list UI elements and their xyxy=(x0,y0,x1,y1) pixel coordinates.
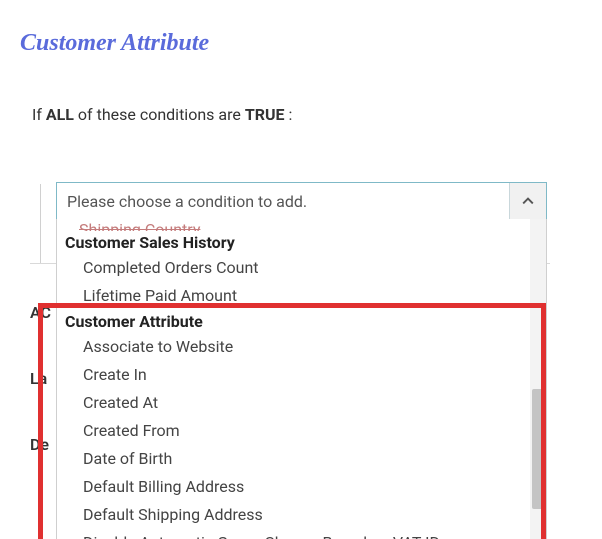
section-title: Customer Attribute xyxy=(20,30,602,57)
dropdown-scrollbar-thumb[interactable] xyxy=(532,389,544,509)
dropdown-item-completed-orders[interactable]: Completed Orders Count xyxy=(57,254,530,282)
obscured-labels: AC La De xyxy=(30,305,51,503)
dropdown-item-partial[interactable]: Shipping Country xyxy=(57,221,530,231)
dropdown-item-created-at[interactable]: Created At xyxy=(57,389,530,417)
condition-dropdown: Shipping Country Customer Sales History … xyxy=(56,219,547,539)
dropdown-scrollbar[interactable] xyxy=(530,219,546,539)
dropdown-item-dob[interactable]: Date of Birth xyxy=(57,445,530,473)
tree-connector xyxy=(40,184,41,264)
dropdown-item-create-in[interactable]: Create In xyxy=(57,361,530,389)
rule-condition-line: If ALL of these conditions are TRUE : xyxy=(32,105,602,124)
obscured-label: La xyxy=(30,371,51,387)
dropdown-item-default-billing[interactable]: Default Billing Address xyxy=(57,473,530,501)
dropdown-item-associate-website[interactable]: Associate to Website xyxy=(57,333,530,361)
obscured-label: AC xyxy=(30,305,51,321)
rule-text-mid: of these conditions are xyxy=(74,105,245,124)
obscured-label: De xyxy=(30,437,51,453)
dropdown-item-disable-auto-group[interactable]: Disable Automatic Group Change Based on … xyxy=(57,529,530,539)
dropdown-item-lifetime-paid[interactable]: Lifetime Paid Amount xyxy=(57,282,530,310)
chevron-up-icon xyxy=(522,192,534,211)
condition-select-value: Please choose a condition to add. xyxy=(57,183,509,219)
dropdown-item-default-shipping[interactable]: Default Shipping Address xyxy=(57,501,530,529)
rule-value[interactable]: TRUE xyxy=(245,105,285,124)
dropdown-group-sales-history: Customer Sales History xyxy=(57,231,530,254)
rule-text-if: If xyxy=(32,105,46,124)
rule-text-suffix: : xyxy=(285,105,293,124)
dropdown-item-created-from[interactable]: Created From xyxy=(57,417,530,445)
rule-aggregator[interactable]: ALL xyxy=(46,105,74,124)
condition-select[interactable]: Please choose a condition to add. xyxy=(56,182,547,220)
condition-dropdown-list: Shipping Country Customer Sales History … xyxy=(57,219,530,539)
dropdown-group-customer-attribute: Customer Attribute xyxy=(57,310,530,333)
condition-select-toggle[interactable] xyxy=(509,183,546,219)
